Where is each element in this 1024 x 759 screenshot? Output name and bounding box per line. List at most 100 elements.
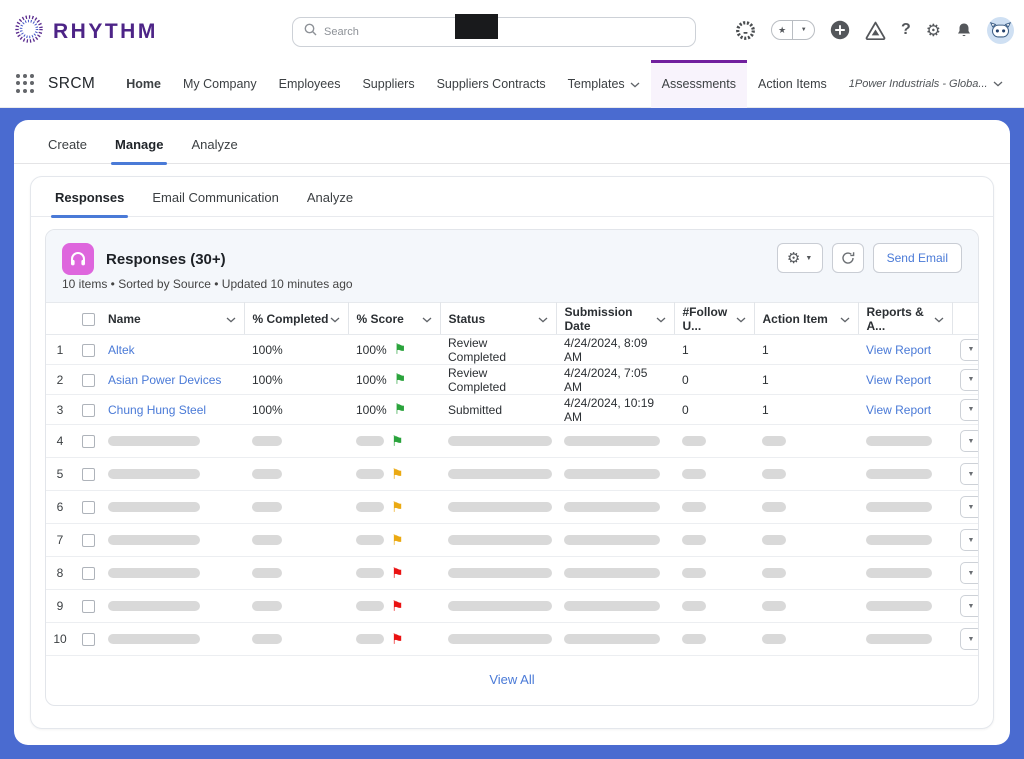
row-checkbox[interactable] [82,435,95,448]
column-header-number [46,303,74,335]
row-menu-button[interactable]: ▼ [960,595,979,617]
einstein-icon[interactable] [735,20,756,41]
row-checkbox[interactable] [82,404,95,417]
chevron-down-icon [934,312,944,326]
skeleton-bar [866,502,932,512]
responses-panel-header: Responses (30+) 10 items • Sorted by Sou… [46,230,978,302]
column-header-score[interactable]: % Score [348,303,440,335]
app-launcher-icon[interactable] [16,74,34,94]
supplier-name-link[interactable]: Altek [108,343,135,357]
nav-item-employees[interactable]: Employees [268,60,352,108]
row-menu-button[interactable]: ▼ [960,463,979,485]
responses-list-card: Responses (30+) 10 items • Sorted by Sou… [45,229,979,706]
skeleton-bar [252,634,282,644]
supplier-name-link[interactable]: Chung Hung Steel [108,403,206,417]
skeleton-bar [108,469,200,479]
flag-icon [391,500,404,515]
row-menu-button[interactable]: ▼ [960,399,979,421]
column-header-reports-a[interactable]: Reports & A... [858,303,952,335]
row-menu-button[interactable]: ▼ [960,562,979,584]
row-menu-button[interactable]: ▼ [960,369,979,391]
flag-icon [394,342,407,357]
nav-item-label: Action Items [758,77,827,91]
refresh-button[interactable] [832,243,864,273]
row-checkbox[interactable] [82,344,95,357]
column-header-action-item[interactable]: Action Item [754,303,858,335]
supplier-name-link[interactable]: Asian Power Devices [108,373,221,387]
skeleton-bar [252,502,282,512]
nav-item-templates[interactable]: Templates [557,60,651,108]
column-header-submission-date[interactable]: Submission Date [556,303,674,335]
row-checkbox[interactable] [82,534,95,547]
row-checkbox[interactable] [82,600,95,613]
tab-create[interactable]: Create [34,137,101,163]
score-value: 100% [356,343,387,357]
skeleton-bar [564,436,660,446]
score-value: 100% [356,373,387,387]
view-report-link[interactable]: View Report [866,373,931,387]
table-body: 1 Altek 100% 100% Review Completed 4/24/… [46,335,979,656]
user-avatar[interactable] [987,17,1014,44]
view-all-link[interactable]: View All [489,672,534,687]
nav-item-assessments[interactable]: Assessments [651,60,747,108]
row-number: 6 [46,491,74,524]
view-report-link[interactable]: View Report [866,403,931,417]
nav-item-suppliers-contracts[interactable]: Suppliers Contracts [426,60,557,108]
trailhead-icon[interactable] [865,21,886,40]
help-icon[interactable]: ? [901,21,911,39]
nav-item-more[interactable]: More ▼ [1014,60,1024,108]
nav-item-1power-industrials-globa[interactable]: 1Power Industrials - Globa... [838,60,1014,108]
tab-manage[interactable]: Manage [101,137,177,163]
list-settings-button[interactable]: ⚙ ▼ [777,243,823,273]
setup-gear-icon[interactable]: ⚙ [926,22,941,39]
skeleton-bar [762,502,786,512]
nav-item-action-items[interactable]: Action Items [747,60,838,108]
nav-item-my-company[interactable]: My Company [172,60,268,108]
nav-item-home[interactable]: Home [115,60,172,108]
subtab-email-communication[interactable]: Email Communication [138,190,292,216]
row-menu-button[interactable]: ▼ [960,430,979,452]
subtab-analyze[interactable]: Analyze [293,190,367,216]
tab-analyze[interactable]: Analyze [177,137,251,163]
row-number: 5 [46,458,74,491]
column-header-completed[interactable]: % Completed [244,303,348,335]
row-number: 3 [46,395,74,425]
add-icon[interactable] [830,20,850,40]
column-header-name[interactable]: Name [100,303,244,335]
chevron-down-icon [656,312,666,326]
submission-date-cell: 4/24/2024, 7:05 AM [556,365,674,395]
send-email-button[interactable]: Send Email [873,243,962,273]
column-header-status[interactable]: Status [440,303,556,335]
nav-item-suppliers[interactable]: Suppliers [351,60,425,108]
row-checkbox[interactable] [82,567,95,580]
skeleton-bar [356,568,384,578]
flag-icon [391,533,404,548]
skeleton-bar [448,535,552,545]
chevron-down-icon: ▼ [805,255,812,262]
chevron-down-icon [630,77,640,91]
content-stage: CreateManageAnalyze ResponsesEmail Commu… [0,108,1024,759]
favorites-pill[interactable]: ★ ▼ [771,20,815,40]
skeleton-bar [564,568,660,578]
row-menu-button[interactable]: ▼ [960,339,979,361]
skeleton-row: 10 ▼ [46,623,979,656]
subtab-responses[interactable]: Responses [41,190,138,216]
row-menu-button[interactable]: ▼ [960,496,979,518]
row-checkbox[interactable] [82,501,95,514]
skeleton-bar [866,535,932,545]
row-checkbox[interactable] [82,374,95,387]
skeleton-bar [866,634,932,644]
row-menu-button[interactable]: ▼ [960,529,979,551]
row-menu-button[interactable]: ▼ [960,628,979,650]
notification-bell-icon[interactable] [956,22,972,39]
search-redaction-block [455,14,498,39]
row-checkbox[interactable] [82,633,95,646]
row-checkbox[interactable] [82,468,95,481]
skeleton-row: 8 ▼ [46,557,979,590]
select-all-checkbox[interactable] [82,313,95,326]
skeleton-bar [866,469,932,479]
skeleton-bar [252,436,282,446]
skeleton-bar [564,634,660,644]
view-report-link[interactable]: View Report [866,343,931,357]
column-header-follow-u[interactable]: #Follow U... [674,303,754,335]
